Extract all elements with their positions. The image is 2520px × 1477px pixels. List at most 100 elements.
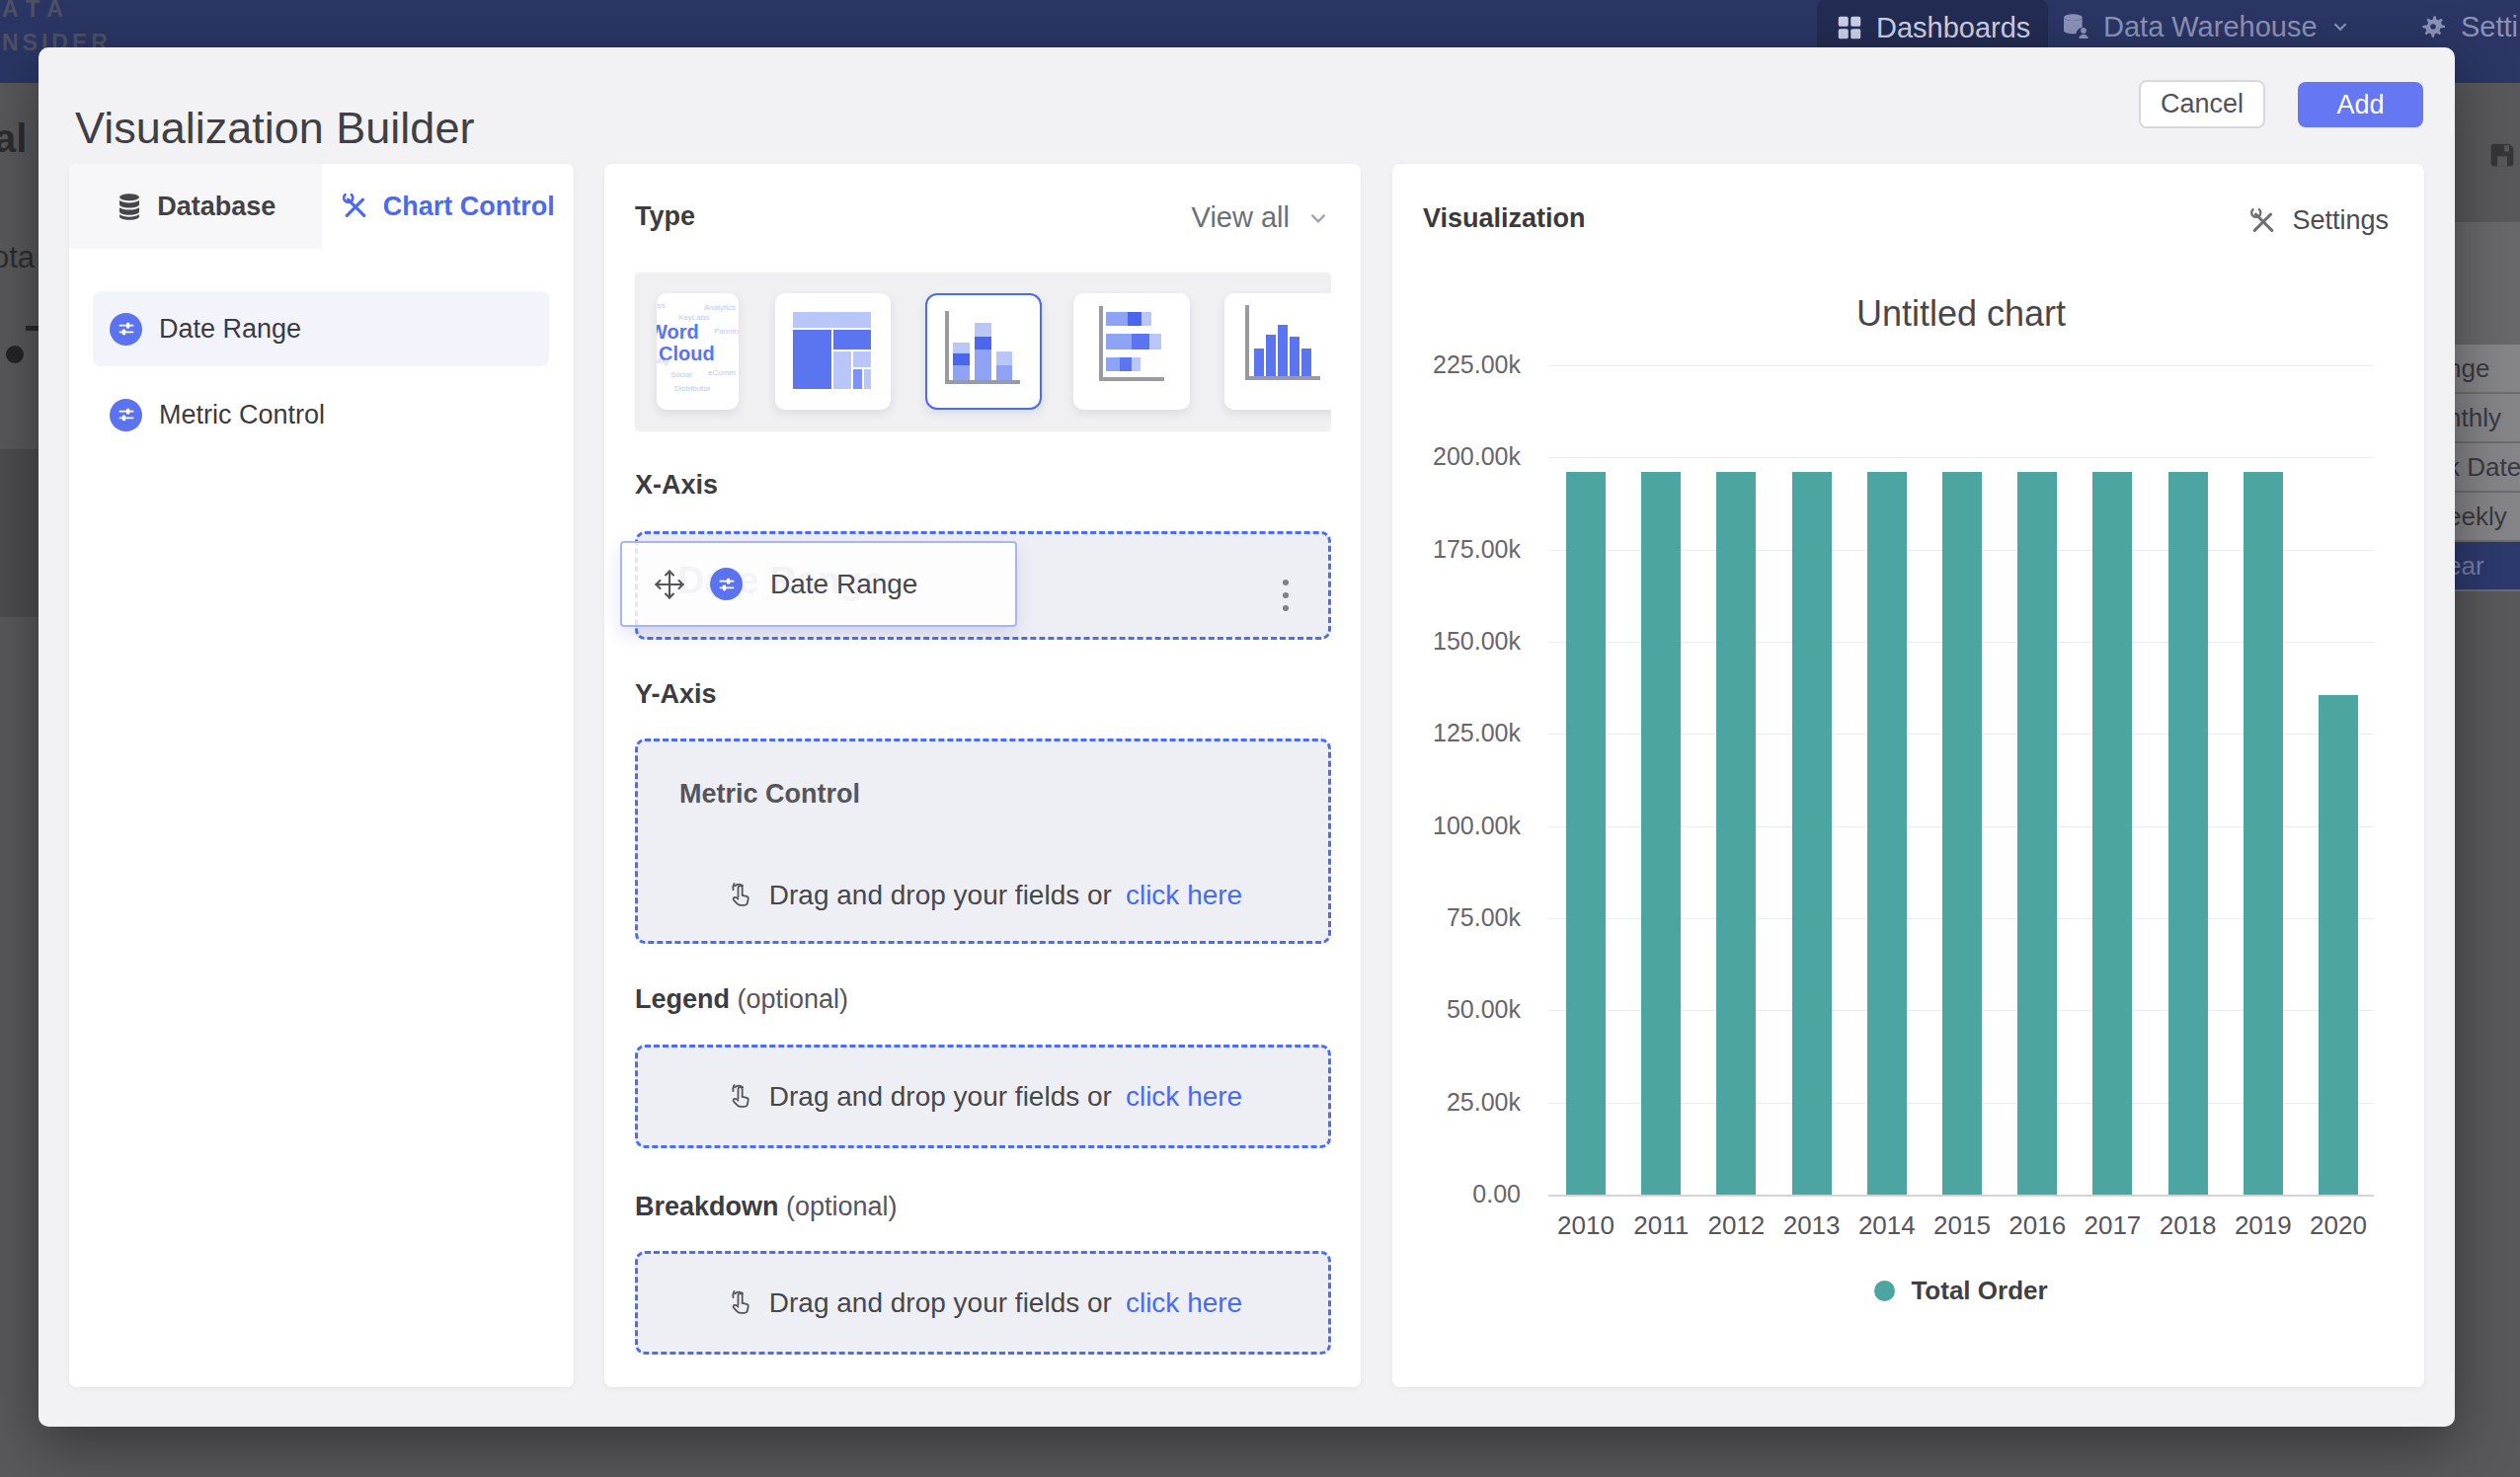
field-item-metric-control[interactable]: Metric Control	[93, 377, 549, 452]
y-axis-tick-label: 25.00k	[1392, 1088, 1521, 1117]
x-axis-line	[1548, 1195, 2374, 1197]
x-axis-tick-label: 2013	[1772, 1210, 1851, 1241]
click-hand-icon	[724, 880, 755, 911]
x-axis-tick-label: 2011	[1621, 1210, 1700, 1241]
bar-2015[interactable]	[1942, 472, 1982, 1195]
modal-title: Visualization Builder	[75, 103, 474, 154]
bar-2020[interactable]	[2319, 695, 2358, 1195]
background-dash-fragment	[26, 326, 39, 331]
y-axis-tick-label: 50.00k	[1392, 995, 1521, 1024]
y-axis-dropzone[interactable]: Metric Control Drag and drop your fields…	[635, 738, 1331, 944]
y-axis-tick-label: 0.00	[1392, 1180, 1521, 1208]
x-axis-tick-label: 2019	[2224, 1210, 2303, 1241]
y-axis-tick-label: 200.00k	[1392, 442, 1521, 471]
x-axis-dropzone[interactable]: Date Range Date Range	[635, 531, 1331, 640]
word-cloud-thumb-text: iness	[657, 301, 666, 310]
x-axis-section-label: X-Axis	[635, 470, 718, 501]
x-axis-tick-label: 2015	[1923, 1210, 2002, 1241]
x-axis-tick-label: 2016	[1998, 1210, 2077, 1241]
y-axis-tick-label: 75.00k	[1392, 903, 1521, 932]
x-axis-tick-label: 2010	[1546, 1210, 1625, 1241]
chart-type-stacked-bar[interactable]	[1073, 293, 1190, 410]
move-icon	[652, 567, 687, 602]
data-warehouse-icon	[2060, 11, 2091, 42]
metric-control-icon	[110, 399, 142, 431]
date-range-icon	[710, 568, 743, 600]
bar-2012[interactable]	[1716, 472, 1756, 1195]
nav-settings[interactable]: Setti	[2417, 7, 2518, 46]
word-cloud-thumb-text: ming	[657, 356, 668, 365]
view-all-dropdown[interactable]: View all	[1192, 201, 1331, 234]
bar-2016[interactable]	[2017, 472, 2057, 1195]
tab-database[interactable]: Database	[69, 164, 322, 249]
tab-database-label: Database	[157, 192, 276, 222]
gridline	[1548, 457, 2374, 458]
tools-icon	[341, 192, 370, 221]
logo-line-1: ATA	[2, 0, 112, 23]
click-here-link[interactable]: click here	[1126, 880, 1242, 911]
chevron-down-icon	[2329, 16, 2351, 38]
click-here-link[interactable]: click here	[1126, 1081, 1242, 1113]
background-bullet	[6, 346, 24, 363]
legend-series-name: Total Order	[1911, 1276, 2047, 1306]
breakdown-section-label: Breakdown (optional)	[635, 1192, 898, 1222]
visualization-panel: Visualization Settings Untitled chart 0.…	[1392, 164, 2424, 1387]
chart-type-word-cloud[interactable]: Word Cloud inessAnalyticsKeyLabsPanningS…	[657, 293, 739, 410]
tab-chart-control[interactable]: Chart Control	[322, 164, 575, 249]
bar-2017[interactable]	[2092, 472, 2132, 1195]
bar-2014[interactable]	[1867, 472, 1907, 1195]
drop-text: Drag and drop your fields or	[769, 1081, 1112, 1113]
bar-2011[interactable]	[1641, 472, 1681, 1195]
chart-type-selector: Word Cloud inessAnalyticsKeyLabsPanningS…	[635, 272, 1331, 431]
visualization-builder-modal: Visualization Builder Cancel Add Databas…	[39, 47, 2455, 1427]
y-axis-tick-label: 125.00k	[1392, 719, 1521, 747]
chart-type-histogram[interactable]	[1224, 293, 1331, 410]
save-icon	[2485, 138, 2519, 172]
cancel-button[interactable]: Cancel	[2139, 80, 2265, 128]
dragged-field-label: Date Range	[770, 569, 917, 600]
gear-icon	[2417, 11, 2449, 42]
database-icon	[115, 192, 144, 221]
field-item-label: Metric Control	[159, 400, 325, 430]
click-hand-icon	[724, 1287, 755, 1319]
click-here-link[interactable]: click here	[1126, 1287, 1242, 1319]
field-item-label: Date Range	[159, 314, 301, 345]
y-zone-title: Metric Control	[679, 779, 860, 810]
tab-chart-control-label: Chart Control	[383, 192, 555, 222]
bar-2013[interactable]	[1792, 472, 1832, 1195]
nav-data-warehouse[interactable]: Data Warehouse	[2060, 7, 2351, 46]
word-cloud-thumb-text: Distributor	[674, 384, 710, 393]
field-item-date-range[interactable]: Date Range	[93, 291, 549, 366]
kebab-menu-icon[interactable]	[1283, 580, 1289, 611]
fields-tabbar: Database Chart Control	[69, 164, 574, 249]
chart-type-treemap[interactable]	[775, 293, 891, 410]
chart-legend[interactable]: Total Order	[1548, 1276, 2374, 1306]
bar-2018[interactable]	[2168, 472, 2208, 1195]
nav-settings-label: Setti	[2461, 11, 2518, 43]
chart-type-stacked-column[interactable]	[925, 293, 1042, 410]
drop-text: Drag and drop your fields or	[769, 1287, 1112, 1319]
type-section-label: Type	[635, 201, 695, 232]
word-cloud-thumb-text: eComm	[708, 368, 736, 377]
background-panel-fragment	[0, 449, 39, 617]
breakdown-dropzone[interactable]: Drag and drop your fields or click here	[635, 1251, 1331, 1355]
bar-chart: Untitled chart 0.0025.00k50.00k75.00k100…	[1392, 164, 2424, 1387]
word-cloud-thumb-text: Panning	[714, 327, 739, 336]
bar-2010[interactable]	[1566, 472, 1606, 1195]
dashboards-grid-icon	[1835, 13, 1864, 42]
chevron-down-icon	[1305, 205, 1331, 231]
add-label: Add	[2336, 90, 2384, 120]
y-axis-tick-label: 225.00k	[1392, 350, 1521, 379]
fields-panel: Database Chart Control Date Range Metric…	[69, 164, 574, 1387]
add-button[interactable]: Add	[2298, 82, 2423, 127]
bar-2019[interactable]	[2244, 472, 2283, 1195]
dragged-field-date-range[interactable]: Date Range	[620, 541, 1017, 627]
y-axis-tick-label: 175.00k	[1392, 535, 1521, 564]
word-cloud-thumb-text: Analytics	[704, 303, 736, 312]
gridline	[1548, 365, 2374, 366]
view-all-label: View all	[1192, 201, 1290, 234]
word-cloud-thumb-text: Word	[657, 321, 699, 344]
y-axis-section-label: Y-Axis	[635, 679, 717, 710]
legend-dropzone[interactable]: Drag and drop your fields or click here	[635, 1045, 1331, 1148]
chart-title: Untitled chart	[1548, 293, 2374, 335]
